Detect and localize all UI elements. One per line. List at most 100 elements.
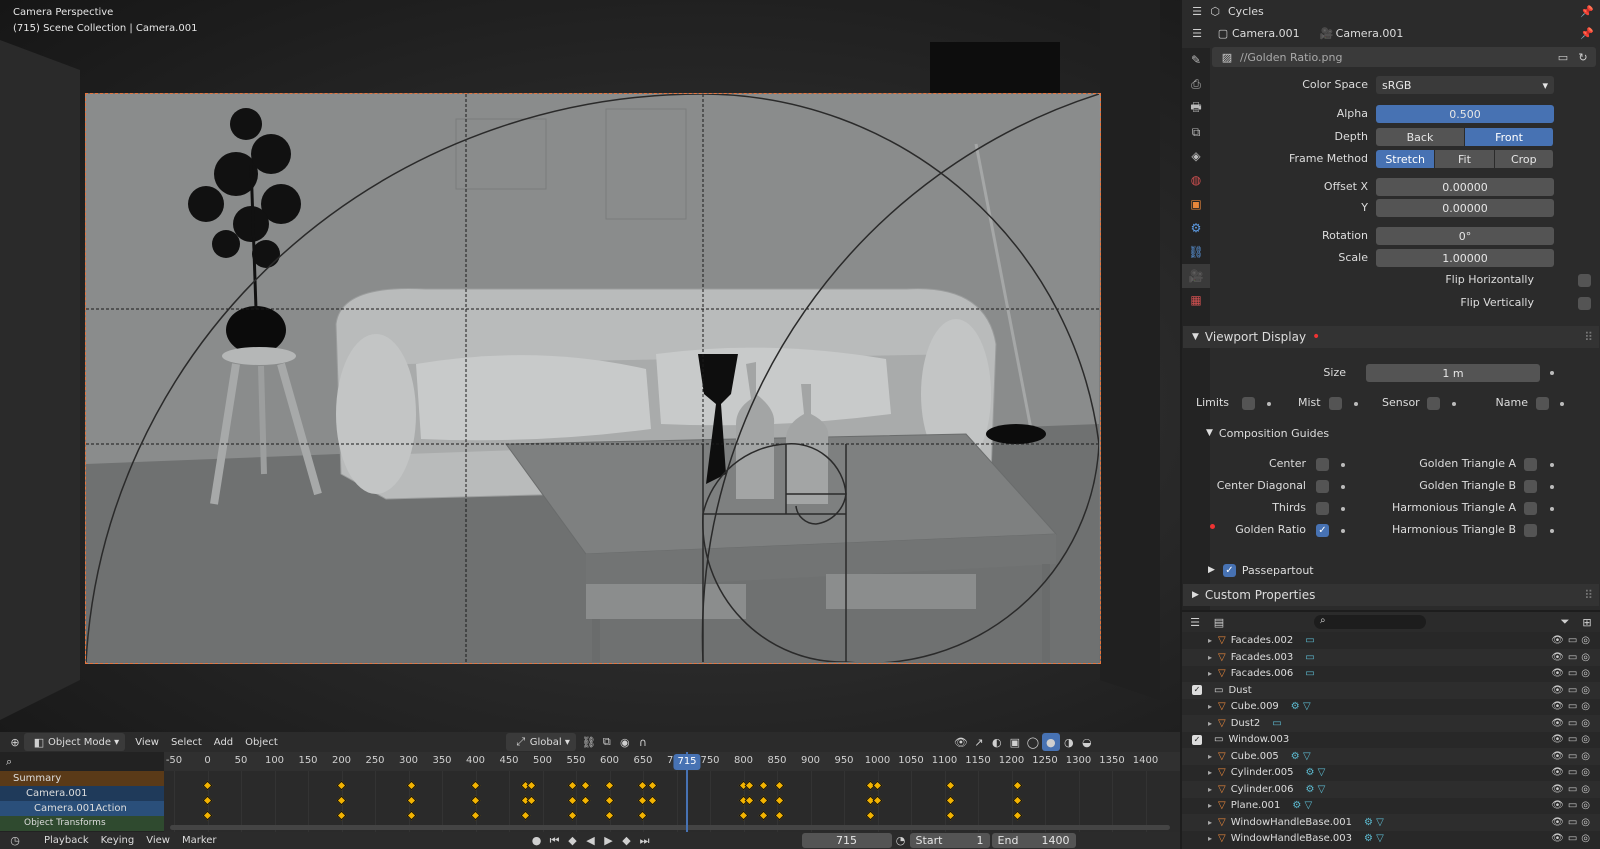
- menu-keying[interactable]: Keying: [95, 832, 141, 849]
- outliner-row[interactable]: ▸ ▽ Cylinder.006 ⚙ ▽ 👁▭◎: [1182, 780, 1600, 798]
- frame-stretch-button[interactable]: Stretch: [1376, 150, 1436, 168]
- outliner-item-name[interactable]: Facades.006: [1231, 668, 1294, 679]
- tab-tool-icon[interactable]: ✎: [1182, 48, 1210, 72]
- tab-scene-icon[interactable]: ◈: [1182, 144, 1210, 168]
- timeline-editor[interactable]: ⌕ Summary Camera.001 Camera.001Action Ob…: [0, 752, 1180, 832]
- outliner-item-name[interactable]: WindowHandleBase.001: [1231, 817, 1352, 828]
- tab-world-icon[interactable]: ◍: [1182, 168, 1210, 192]
- frame-fit-button[interactable]: Fit: [1435, 150, 1495, 168]
- outliner-item-name[interactable]: Cube.005: [1231, 751, 1279, 762]
- image-path-field[interactable]: ▨ //Golden Ratio.png ▭ ↻: [1212, 47, 1596, 67]
- keyframe[interactable]: [470, 810, 480, 821]
- mode-dropdown[interactable]: ◧ Object Mode ▾: [24, 733, 126, 751]
- keyframe[interactable]: [647, 780, 658, 791]
- tab-object-icon[interactable]: ▣: [1182, 192, 1210, 216]
- object-name-label[interactable]: Camera.001: [1232, 27, 1300, 40]
- play-icon[interactable]: ▶: [600, 832, 618, 849]
- channel-action[interactable]: Camera.001Action: [0, 801, 164, 816]
- outliner-item-name[interactable]: Plane.001: [1231, 800, 1281, 811]
- shading-solid-icon[interactable]: ●: [1041, 733, 1060, 751]
- outliner-row[interactable]: ▸ ▽ Plane.001 ⚙ ▽ 👁▭◎: [1182, 797, 1600, 814]
- guide-harmonious-triangle-b-dot[interactable]: [1550, 529, 1554, 533]
- guide-golden-triangle-a-dot[interactable]: [1550, 463, 1554, 467]
- expand-right-icon[interactable]: ▸: [1208, 818, 1218, 827]
- jump-end-icon[interactable]: ⏭: [636, 832, 654, 849]
- flip-vertically-checkbox[interactable]: [1578, 297, 1591, 310]
- collection-instance-icon[interactable]: ▭: [1305, 652, 1314, 663]
- limits-checkbox[interactable]: [1242, 397, 1255, 410]
- guide-center-dot[interactable]: [1341, 463, 1345, 467]
- keyframe[interactable]: [336, 810, 346, 821]
- keyframe[interactable]: [604, 810, 614, 821]
- guide-harmonious-triangle-a-dot[interactable]: [1550, 507, 1554, 511]
- menu-add[interactable]: Add: [208, 733, 239, 751]
- new-collection-icon[interactable]: ⊞: [1578, 613, 1596, 631]
- visibility-toggles-icon[interactable]: 👁▭◎: [1551, 833, 1594, 844]
- keyframe[interactable]: [872, 780, 882, 791]
- next-keyframe-icon[interactable]: ◆: [618, 832, 636, 849]
- outliner-row[interactable]: ▸ ▽ WindowHandleBase.001 ⚙ ▽ 👁▭◎: [1182, 813, 1600, 831]
- guide-golden-triangle-b-checkbox[interactable]: [1524, 480, 1537, 493]
- collection-exclude-checkbox[interactable]: ✓: [1192, 685, 1202, 695]
- expand-right-icon[interactable]: ▸: [1208, 768, 1218, 777]
- shading-rendered-icon[interactable]: ◒: [1078, 733, 1096, 751]
- keyframe[interactable]: [604, 780, 614, 791]
- outliner-row[interactable]: ▸ ▽ Cube.005 ⚙ ▽ 👁▭◎: [1182, 747, 1600, 765]
- keyframe[interactable]: [526, 780, 537, 791]
- sensor-animate-dot[interactable]: [1452, 402, 1456, 406]
- outliner-row[interactable]: ▸ ▽ WindowHandleBase.003 ⚙ ▽ 👁▭◎: [1182, 830, 1600, 847]
- outliner-item-name[interactable]: Window.003: [1228, 734, 1289, 745]
- menu-view[interactable]: View: [129, 733, 165, 751]
- expand-right-icon[interactable]: ▸: [1208, 636, 1218, 645]
- menu-playback[interactable]: Playback: [38, 832, 95, 849]
- menu-select[interactable]: Select: [165, 733, 208, 751]
- guide-golden-ratio-checkbox[interactable]: ✓: [1316, 524, 1329, 537]
- keyframe[interactable]: [637, 810, 648, 821]
- current-frame-field[interactable]: 715: [801, 833, 892, 848]
- outliner-row[interactable]: ✓ ▭ Dust 👁▭◎: [1182, 681, 1600, 699]
- channel-camera[interactable]: Camera.001: [0, 786, 164, 801]
- keyframe-area[interactable]: [164, 771, 1180, 832]
- alpha-slider[interactable]: 0.500: [1376, 105, 1554, 123]
- name-animate-dot[interactable]: [1560, 402, 1564, 406]
- guide-golden-triangle-a-checkbox[interactable]: [1524, 458, 1537, 471]
- passepartout-checkbox[interactable]: ✓: [1222, 563, 1236, 577]
- passepartout-header[interactable]: ▶ ✓ Passepartout: [1192, 560, 1596, 580]
- modifier-data-icon[interactable]: ⚙ ▽: [1305, 784, 1325, 795]
- visibility-toggles-icon[interactable]: 👁▭◎: [1551, 701, 1594, 712]
- keyframe[interactable]: [202, 810, 212, 821]
- keyframe[interactable]: [580, 780, 591, 791]
- outliner-row[interactable]: ▸ ▽ Cube.009 ⚙ ▽ 👁▭◎: [1182, 698, 1600, 715]
- offset-y-field[interactable]: 0.00000: [1376, 199, 1554, 217]
- visibility-toggles-icon[interactable]: 👁▭◎: [1551, 734, 1594, 745]
- expand-right-icon[interactable]: ▸: [1208, 801, 1218, 810]
- keyframe[interactable]: [1012, 810, 1023, 821]
- keyframe[interactable]: [744, 795, 755, 806]
- drag-handle-icon[interactable]: ⠿: [1584, 588, 1593, 602]
- modifier-data-icon[interactable]: ⚙ ▽: [1364, 833, 1384, 844]
- visibility-toggles-icon[interactable]: 👁▭◎: [1551, 635, 1594, 646]
- guide-thirds-checkbox[interactable]: [1316, 502, 1329, 515]
- expand-right-icon[interactable]: ▸: [1208, 669, 1218, 678]
- visibility-toggles-icon[interactable]: 👁▭◎: [1551, 800, 1594, 811]
- menu-object[interactable]: Object: [239, 733, 284, 751]
- scale-field[interactable]: 1.00000: [1376, 249, 1554, 267]
- editor-type-icon[interactable]: ⊕: [6, 733, 24, 751]
- timeline-scrollbar[interactable]: [170, 825, 1170, 830]
- keyframe[interactable]: [470, 780, 480, 791]
- menu-timeline-view[interactable]: View: [140, 832, 176, 849]
- modifier-data-icon[interactable]: ⚙ ▽: [1292, 800, 1312, 811]
- channel-summary[interactable]: Summary: [0, 771, 164, 786]
- outliner-item-name[interactable]: Cube.009: [1231, 701, 1279, 712]
- pin-icon-2[interactable]: 📌: [1578, 24, 1596, 42]
- limits-animate-dot[interactable]: [1267, 402, 1271, 406]
- keyframe[interactable]: [202, 780, 212, 791]
- properties-editor[interactable]: ☰ ⬡ Cycles 📌 ☰ ▢ Camera.001 🎥 Camera.001…: [1182, 0, 1600, 610]
- channel-object-transforms[interactable]: Object Transforms: [0, 816, 164, 831]
- play-reverse-icon[interactable]: ◀: [582, 832, 600, 849]
- keyframe[interactable]: [1012, 795, 1023, 806]
- size-field[interactable]: 1 m: [1366, 364, 1540, 382]
- expand-right-icon[interactable]: ▸: [1208, 834, 1218, 843]
- keyframe[interactable]: [637, 780, 648, 791]
- tab-constraint-icon[interactable]: ⛓: [1182, 240, 1210, 264]
